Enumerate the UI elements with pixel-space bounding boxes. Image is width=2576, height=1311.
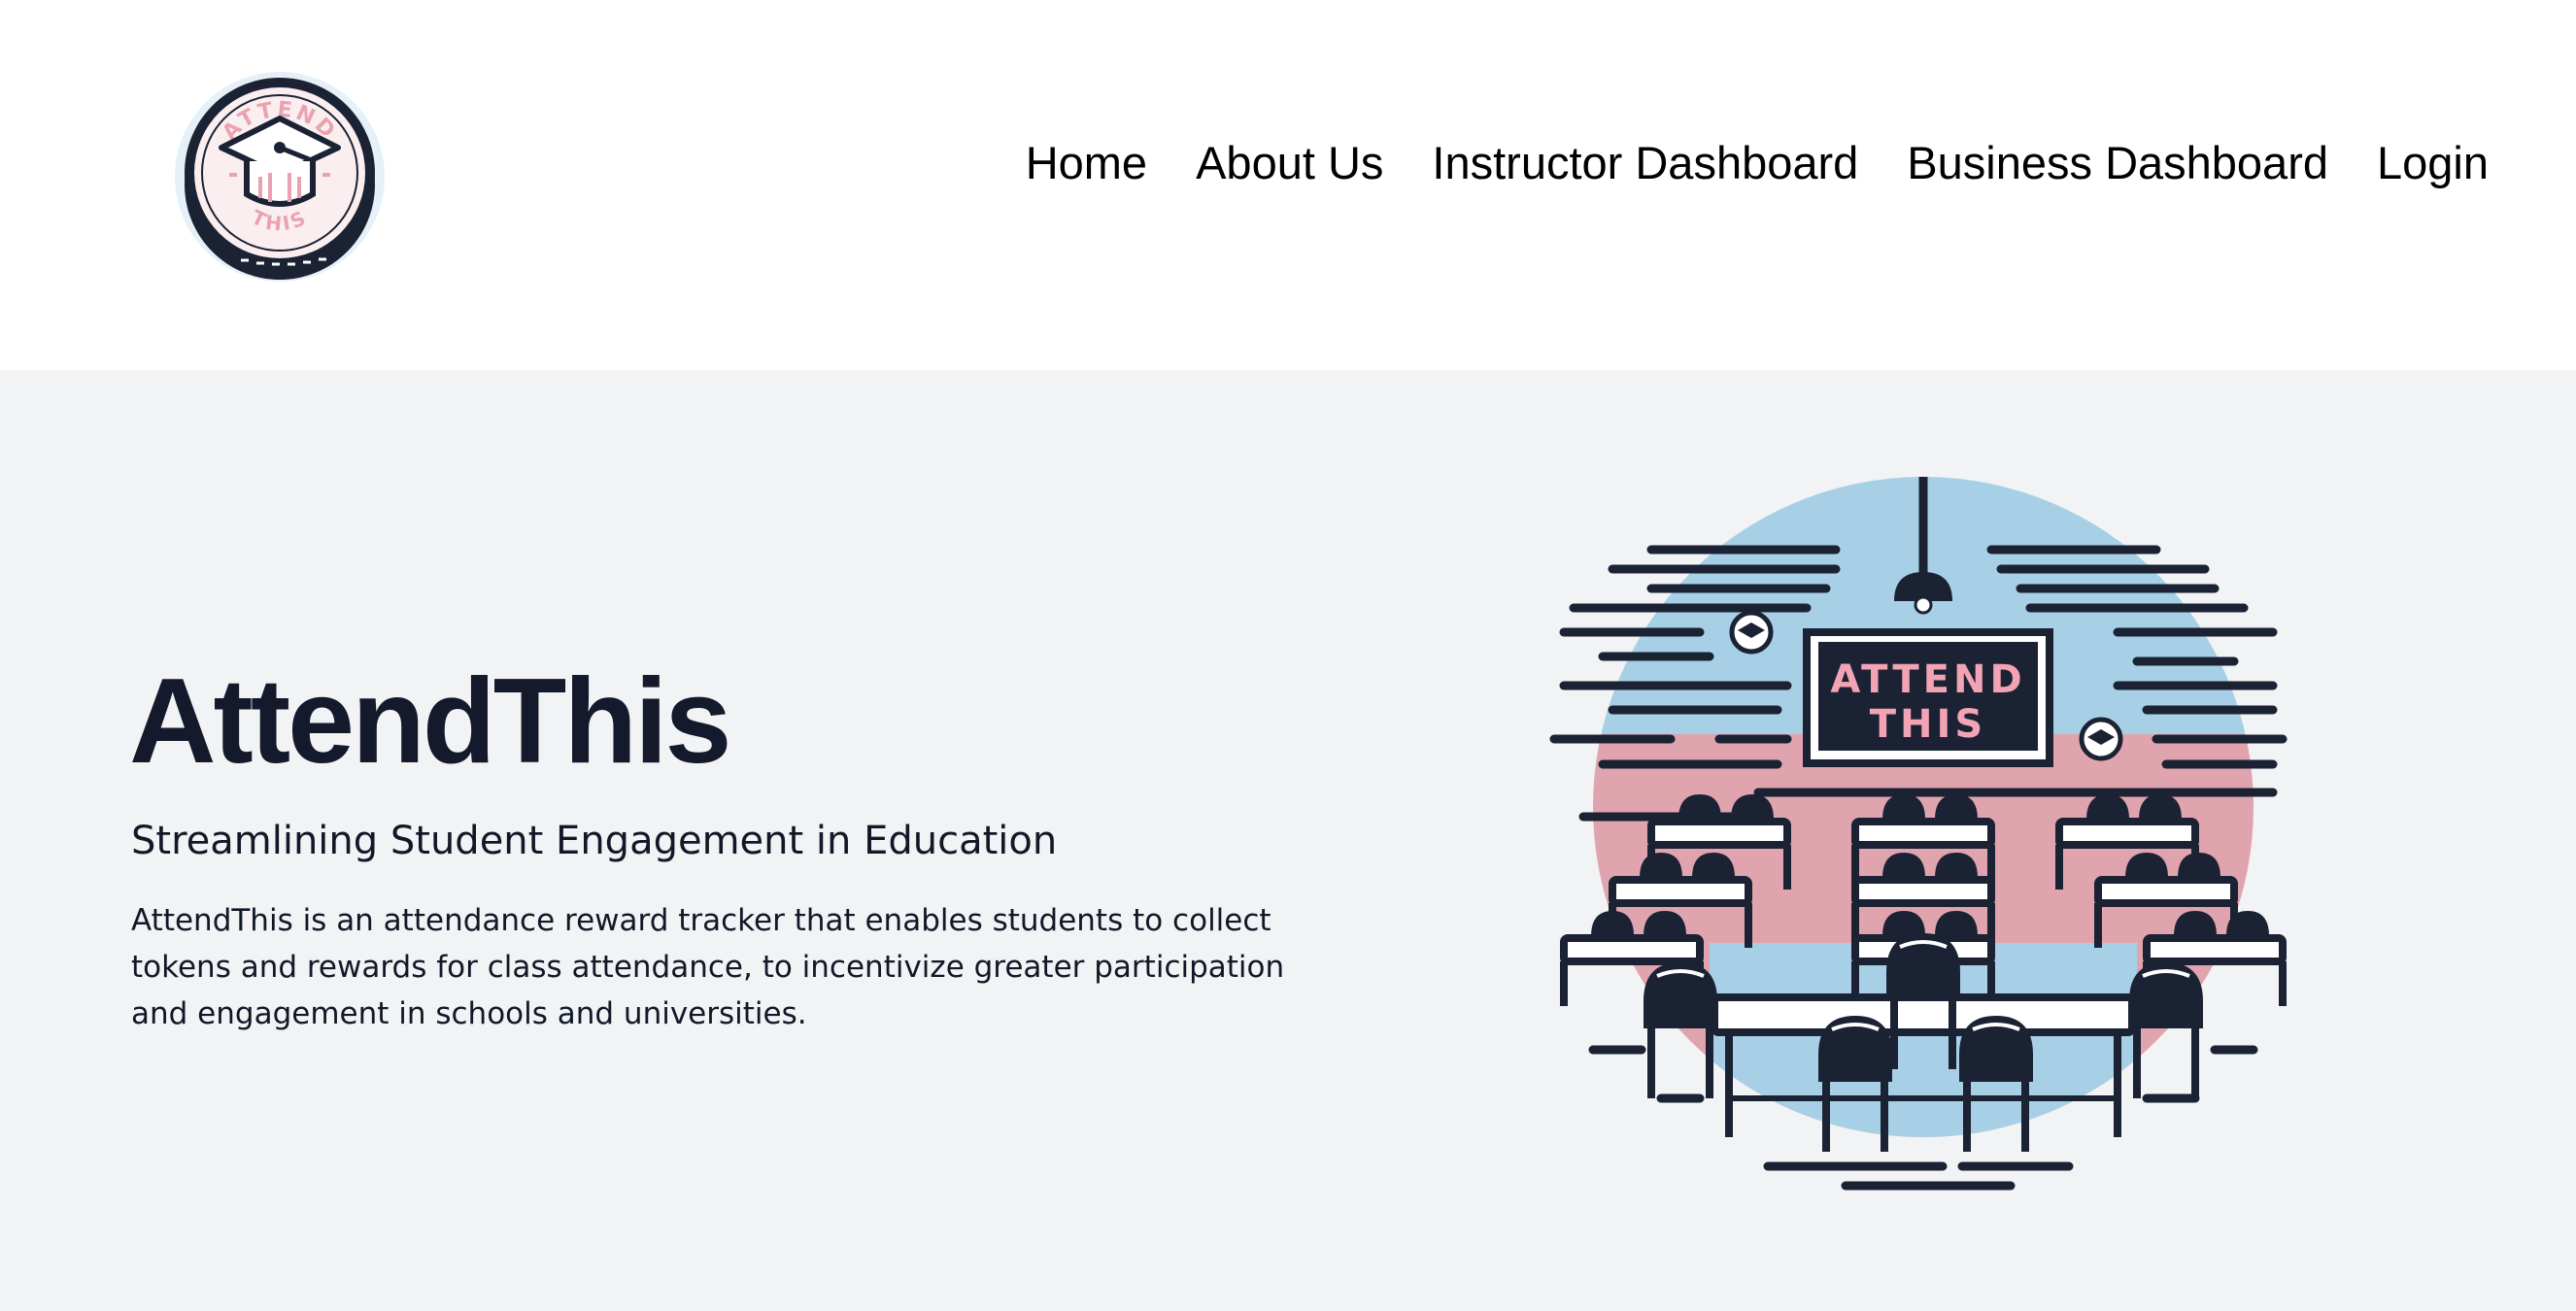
chalkboard: ATTEND THIS [1803, 628, 2053, 767]
nav-business-dashboard[interactable]: Business Dashboard [1907, 136, 2328, 189]
nav-instructor-dashboard[interactable]: Instructor Dashboard [1432, 136, 1858, 189]
hero-section: AttendThis Streamlining Student Engageme… [0, 370, 2576, 1311]
nav-home[interactable]: Home [1026, 136, 1147, 189]
nav-about-us[interactable]: About Us [1196, 136, 1383, 189]
token-icon [2079, 717, 2123, 761]
board-line-1: ATTEND [1830, 657, 2025, 702]
main-nav: Home About Us Instructor Dashboard Busin… [1026, 136, 2489, 189]
site-header: ATTEND THIS Home About Us Instructor Das… [0, 0, 2576, 370]
hero-title: AttendThis [129, 655, 731, 789]
classroom-illustration: ATTEND THIS [1549, 477, 2288, 1191]
token-icon [1729, 610, 1774, 655]
nav-login[interactable]: Login [2377, 136, 2489, 189]
hero-subtitle: Streamlining Student Engagement in Educa… [131, 819, 1058, 863]
hero-description: AttendThis is an attendance reward track… [131, 903, 1285, 1031]
attendthis-logo[interactable]: ATTEND THIS [173, 68, 387, 282]
board-line-2: THIS [1870, 702, 1986, 747]
